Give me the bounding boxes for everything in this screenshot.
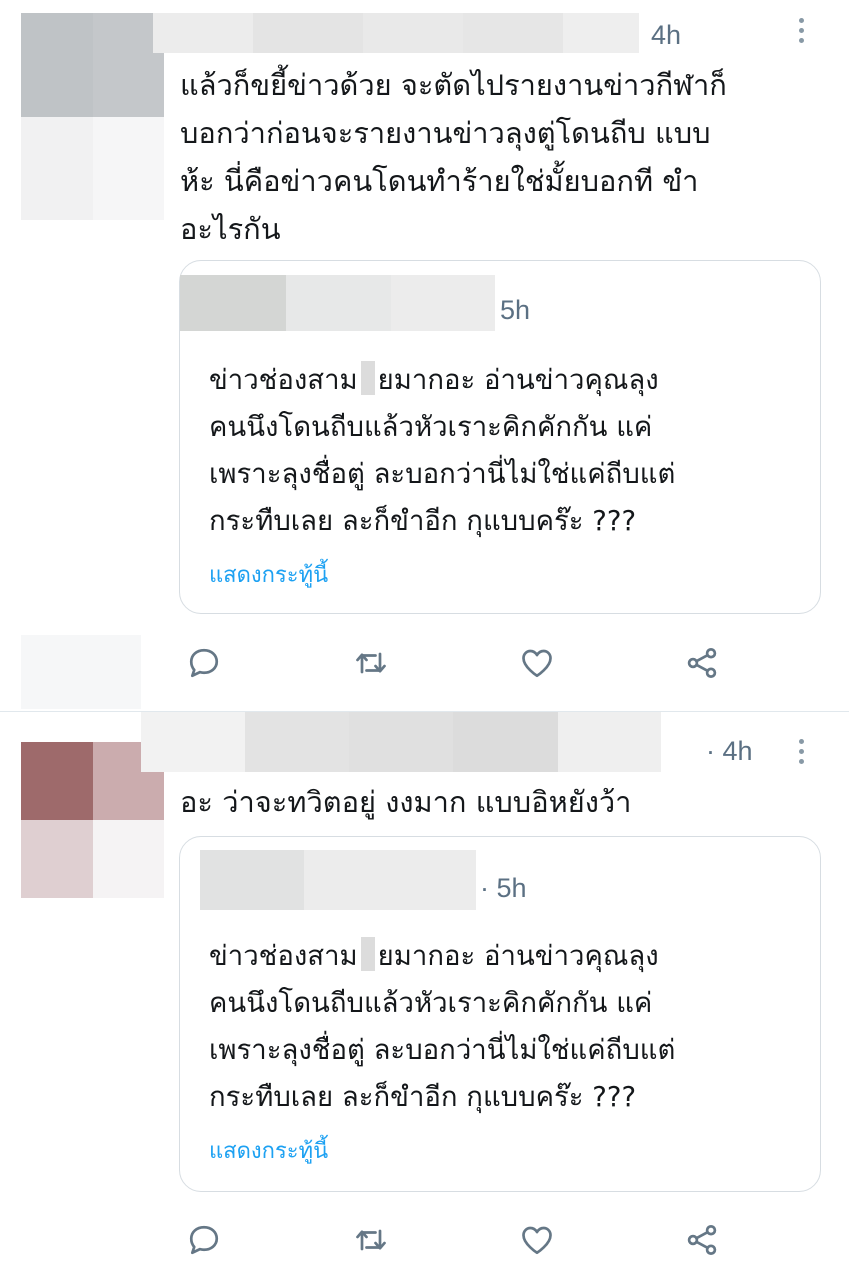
quoted-author-name xyxy=(200,850,476,910)
avatar[interactable] xyxy=(21,13,164,220)
quoted-text-part: ข่าวช่องสาม xyxy=(209,364,358,396)
reply-button[interactable] xyxy=(184,1220,224,1260)
quoted-text-line: คนนึงโดนถีบแล้วหัวเราะคิกคักกัน แค่ xyxy=(209,987,653,1019)
quoted-text-part: ยมากอะ อ่านข่าวคุณลุง xyxy=(377,364,659,396)
quoted-tweet[interactable]: 5h ข่าวช่องสาม ยมากอะ อ่านข่าวคุณลุง คนนึ… xyxy=(179,260,821,614)
quoted-author-name xyxy=(180,275,495,331)
reply-icon xyxy=(189,648,219,678)
share-button[interactable] xyxy=(682,643,722,683)
like-button[interactable] xyxy=(517,643,557,683)
more-vertical-icon[interactable] xyxy=(796,739,806,764)
show-thread-link[interactable]: แสดงกระทู้นี้ xyxy=(209,557,328,592)
quoted-text-part: ยมากอะ อ่านข่าวคุณลุง xyxy=(377,940,659,972)
tweet-text: แล้วก็ขยี้ข่าวด้วย จะตัดไปรายงานข่าวกีฬา… xyxy=(180,61,830,253)
tweet-text-line: บอกว่าก่อนจะรายงานข่าวลุงตู่โดนถีบ แบบ xyxy=(180,116,711,150)
heart-icon xyxy=(522,1226,552,1255)
tweet-text-line: อะ ว่าจะทวิตอยู่ งงมาก แบบอิหยังว้า xyxy=(180,785,632,819)
more-vertical-icon[interactable] xyxy=(796,18,806,43)
censor-block xyxy=(360,361,375,395)
tweet[interactable]: · 4h อะ ว่าจะทวิตอยู่ งงมาก แบบอิหยังว้า… xyxy=(0,712,849,1280)
background-artifact xyxy=(21,635,141,709)
quoted-text: ข่าวช่องสาม ยมากอะ อ่านข่าวคุณลุง คนนึงโด… xyxy=(209,933,809,1121)
quoted-text-line: กระทืบเลย ละก็ขำอีก กุแบบคร๊ะ ??? xyxy=(209,1081,637,1113)
share-button[interactable] xyxy=(682,1220,722,1260)
reply-icon xyxy=(189,1225,219,1255)
retweet-button[interactable] xyxy=(351,643,391,683)
share-icon xyxy=(687,648,717,678)
quoted-text-line: คนนึงโดนถีบแล้วหัวเราะคิกคักกัน แค่ xyxy=(209,411,653,443)
tweet-text: อะ ว่าจะทวิตอยู่ งงมาก แบบอิหยังว้า xyxy=(180,778,830,826)
quoted-timestamp: · 5h xyxy=(480,873,527,903)
retweet-icon xyxy=(356,1229,386,1251)
tweet-text-line: แล้วก็ขยี้ข่าวด้วย จะตัดไปรายงานข่าวกีฬา… xyxy=(180,68,727,102)
tweet-text-line: ห้ะ นี่คือข่าวคนโดนทำร้ายใช่มั้ยบอกที ขำ xyxy=(180,164,699,198)
tweet-actions xyxy=(184,1220,724,1260)
quoted-tweet[interactable]: · 5h ข่าวช่องสาม ยมากอะ อ่านข่าวคุณลุง คน… xyxy=(179,836,821,1192)
tweet-timestamp[interactable]: 4h xyxy=(651,20,681,51)
quoted-text-line: เพราะลุงชื่อตู่ ละบอกว่านี่ไม่ใช่แค่ถีบแ… xyxy=(209,458,676,490)
reply-button[interactable] xyxy=(184,643,224,683)
share-icon xyxy=(687,1225,717,1255)
retweet-button[interactable] xyxy=(351,1220,391,1260)
author-name[interactable] xyxy=(141,712,661,772)
censor-block xyxy=(360,937,375,971)
tweet-actions xyxy=(184,643,724,683)
tweet-text-line: อะไรกัน xyxy=(180,212,281,246)
quoted-text-part: ข่าวช่องสาม xyxy=(209,940,358,972)
heart-icon xyxy=(522,649,552,678)
quoted-text: ข่าวช่องสาม ยมากอะ อ่านข่าวคุณลุง คนนึงโด… xyxy=(209,357,809,545)
quoted-text-line: เพราะลุงชื่อตู่ ละบอกว่านี่ไม่ใช่แค่ถีบแ… xyxy=(209,1034,676,1066)
like-button[interactable] xyxy=(517,1220,557,1260)
quoted-timestamp: 5h xyxy=(500,295,531,325)
quoted-text-line: กระทืบเลย ละก็ขำอีก กุแบบคร๊ะ ??? xyxy=(209,505,637,537)
show-thread-link[interactable]: แสดงกระทู้นี้ xyxy=(209,1133,328,1168)
tweet[interactable]: 4h แล้วก็ขยี้ข่าวด้วย จะตัดไปรายงานข่าวก… xyxy=(0,0,849,710)
retweet-icon xyxy=(356,652,386,674)
author-name[interactable] xyxy=(153,13,639,53)
tweet-timestamp[interactable]: · 4h xyxy=(706,736,753,767)
